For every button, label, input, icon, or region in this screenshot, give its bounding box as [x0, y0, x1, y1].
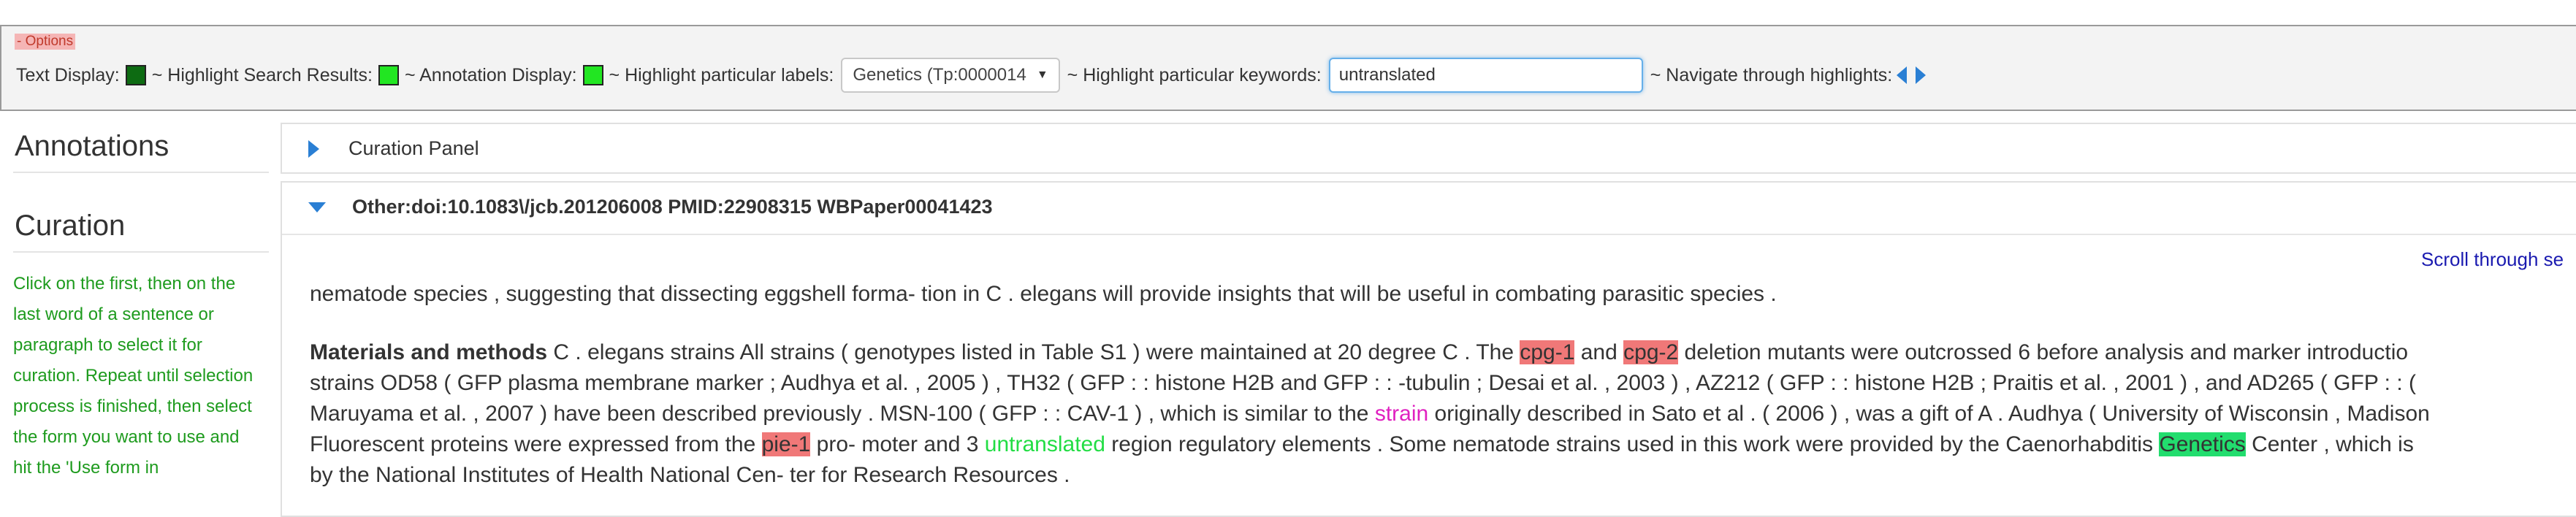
text-span[interactable]: Center , which is	[2246, 432, 2414, 456]
highlight-search-color-swatch[interactable]	[378, 65, 399, 85]
keyword-untranslated[interactable]: untranslated	[985, 432, 1105, 456]
text-span[interactable]: deletion mutants were outcrossed 6 befor…	[1678, 340, 2409, 364]
text-span[interactable]: by the National Institutes of Health Nat…	[310, 463, 1070, 487]
annotated-term-cpg1[interactable]: cpg-1	[1520, 340, 1575, 364]
highlight-keywords-label: ~ Highlight particular keywords:	[1067, 64, 1322, 85]
paper-panel: Other:doi:10.1083\/jcb.201206008 PMID:22…	[281, 181, 2576, 517]
paper-panel-title: Other:doi:10.1083\/jcb.201206008 PMID:22…	[352, 196, 993, 218]
curation-panel-header[interactable]: Curation Panel	[308, 137, 479, 160]
highlight-search-label: ~ Highlight Search Results:	[151, 64, 373, 85]
text-span[interactable]: and	[1574, 340, 1623, 364]
text-span[interactable]: region regulatory elements . Some nemato…	[1105, 432, 2159, 456]
previous-highlight-icon[interactable]	[1897, 66, 1908, 84]
curation-instructions: Click on the first, then on the last wor…	[13, 274, 254, 478]
chevron-down-icon: ▼	[1036, 69, 1048, 81]
keyword-strain[interactable]: strain	[1375, 402, 1428, 426]
annotation-display-color-swatch[interactable]	[582, 65, 603, 85]
annotated-term-cpg2[interactable]: cpg-2	[1623, 340, 1679, 364]
options-panel: - Options Text Display: ~ Highlight Sear…	[0, 25, 2576, 111]
keywords-input[interactable]	[1328, 58, 1643, 93]
paragraph-2-line-1[interactable]: Materials and methods C . elegans strain…	[310, 337, 2408, 368]
paragraph-2-line-3[interactable]: Maruyama et al. , 2007 ) have been descr…	[310, 399, 2430, 429]
annotated-term-pie1[interactable]: pie-1	[761, 432, 811, 456]
collapse-triangle-icon	[308, 202, 326, 212]
annotation-display-label: ~ Annotation Display:	[404, 64, 577, 85]
annotations-heading: Annotations	[13, 123, 269, 173]
labels-select[interactable]: Genetics (Tp:0000014 ▼	[841, 58, 1060, 93]
curation-panel-title: Curation Panel	[348, 137, 479, 159]
text-display-label: Text Display:	[16, 64, 120, 85]
paragraph-2-line-5[interactable]: by the National Institutes of Health Nat…	[310, 460, 1070, 491]
next-highlight-icon[interactable]	[1916, 66, 1927, 84]
paragraph-2-line-4[interactable]: Fluorescent proteins were expressed from…	[310, 429, 2414, 460]
sentence-text[interactable]: nematode species , suggesting that disse…	[310, 282, 1777, 306]
options-row: Text Display: ~ Highlight Search Results…	[16, 58, 1930, 93]
curation-heading: Curation	[13, 202, 269, 253]
paragraph-2-line-2[interactable]: strains OD58 ( GFP plasma membrane marke…	[310, 368, 2416, 399]
highlight-labels-label: ~ Highlight particular labels:	[609, 64, 834, 85]
options-toggle[interactable]: - Options	[15, 34, 76, 50]
text-span[interactable]: originally described in Sato et al . ( 2…	[1428, 402, 2430, 426]
label-highlight-genetics[interactable]: Genetics	[2159, 432, 2246, 456]
curation-panel: Curation Panel	[281, 123, 2576, 174]
text-span[interactable]: pro- moter and 3	[810, 432, 984, 456]
expand-triangle-icon	[308, 139, 319, 158]
paragraph-1[interactable]: nematode species , suggesting that disse…	[310, 279, 1777, 310]
text-span[interactable]: Fluorescent proteins were expressed from…	[310, 432, 762, 456]
text-span[interactable]: C . elegans strains All strains ( genoty…	[547, 340, 1520, 364]
navigate-label: ~ Navigate through highlights:	[1650, 64, 1893, 85]
section-heading: Materials and methods	[310, 340, 548, 364]
scroll-through-search-link[interactable]: Scroll through se	[2421, 248, 2564, 271]
labels-select-value: Genetics (Tp:0000014	[853, 65, 1026, 85]
text-span[interactable]: strains OD58 ( GFP plasma membrane marke…	[310, 371, 2416, 395]
panel-divider	[282, 234, 2576, 235]
text-display-color-swatch[interactable]	[125, 65, 146, 85]
text-span[interactable]: Maruyama et al. , 2007 ) have been descr…	[310, 402, 1375, 426]
paper-panel-header[interactable]: Other:doi:10.1083\/jcb.201206008 PMID:22…	[308, 196, 993, 218]
sidebar: Annotations Curation Click on the first,…	[13, 123, 269, 483]
